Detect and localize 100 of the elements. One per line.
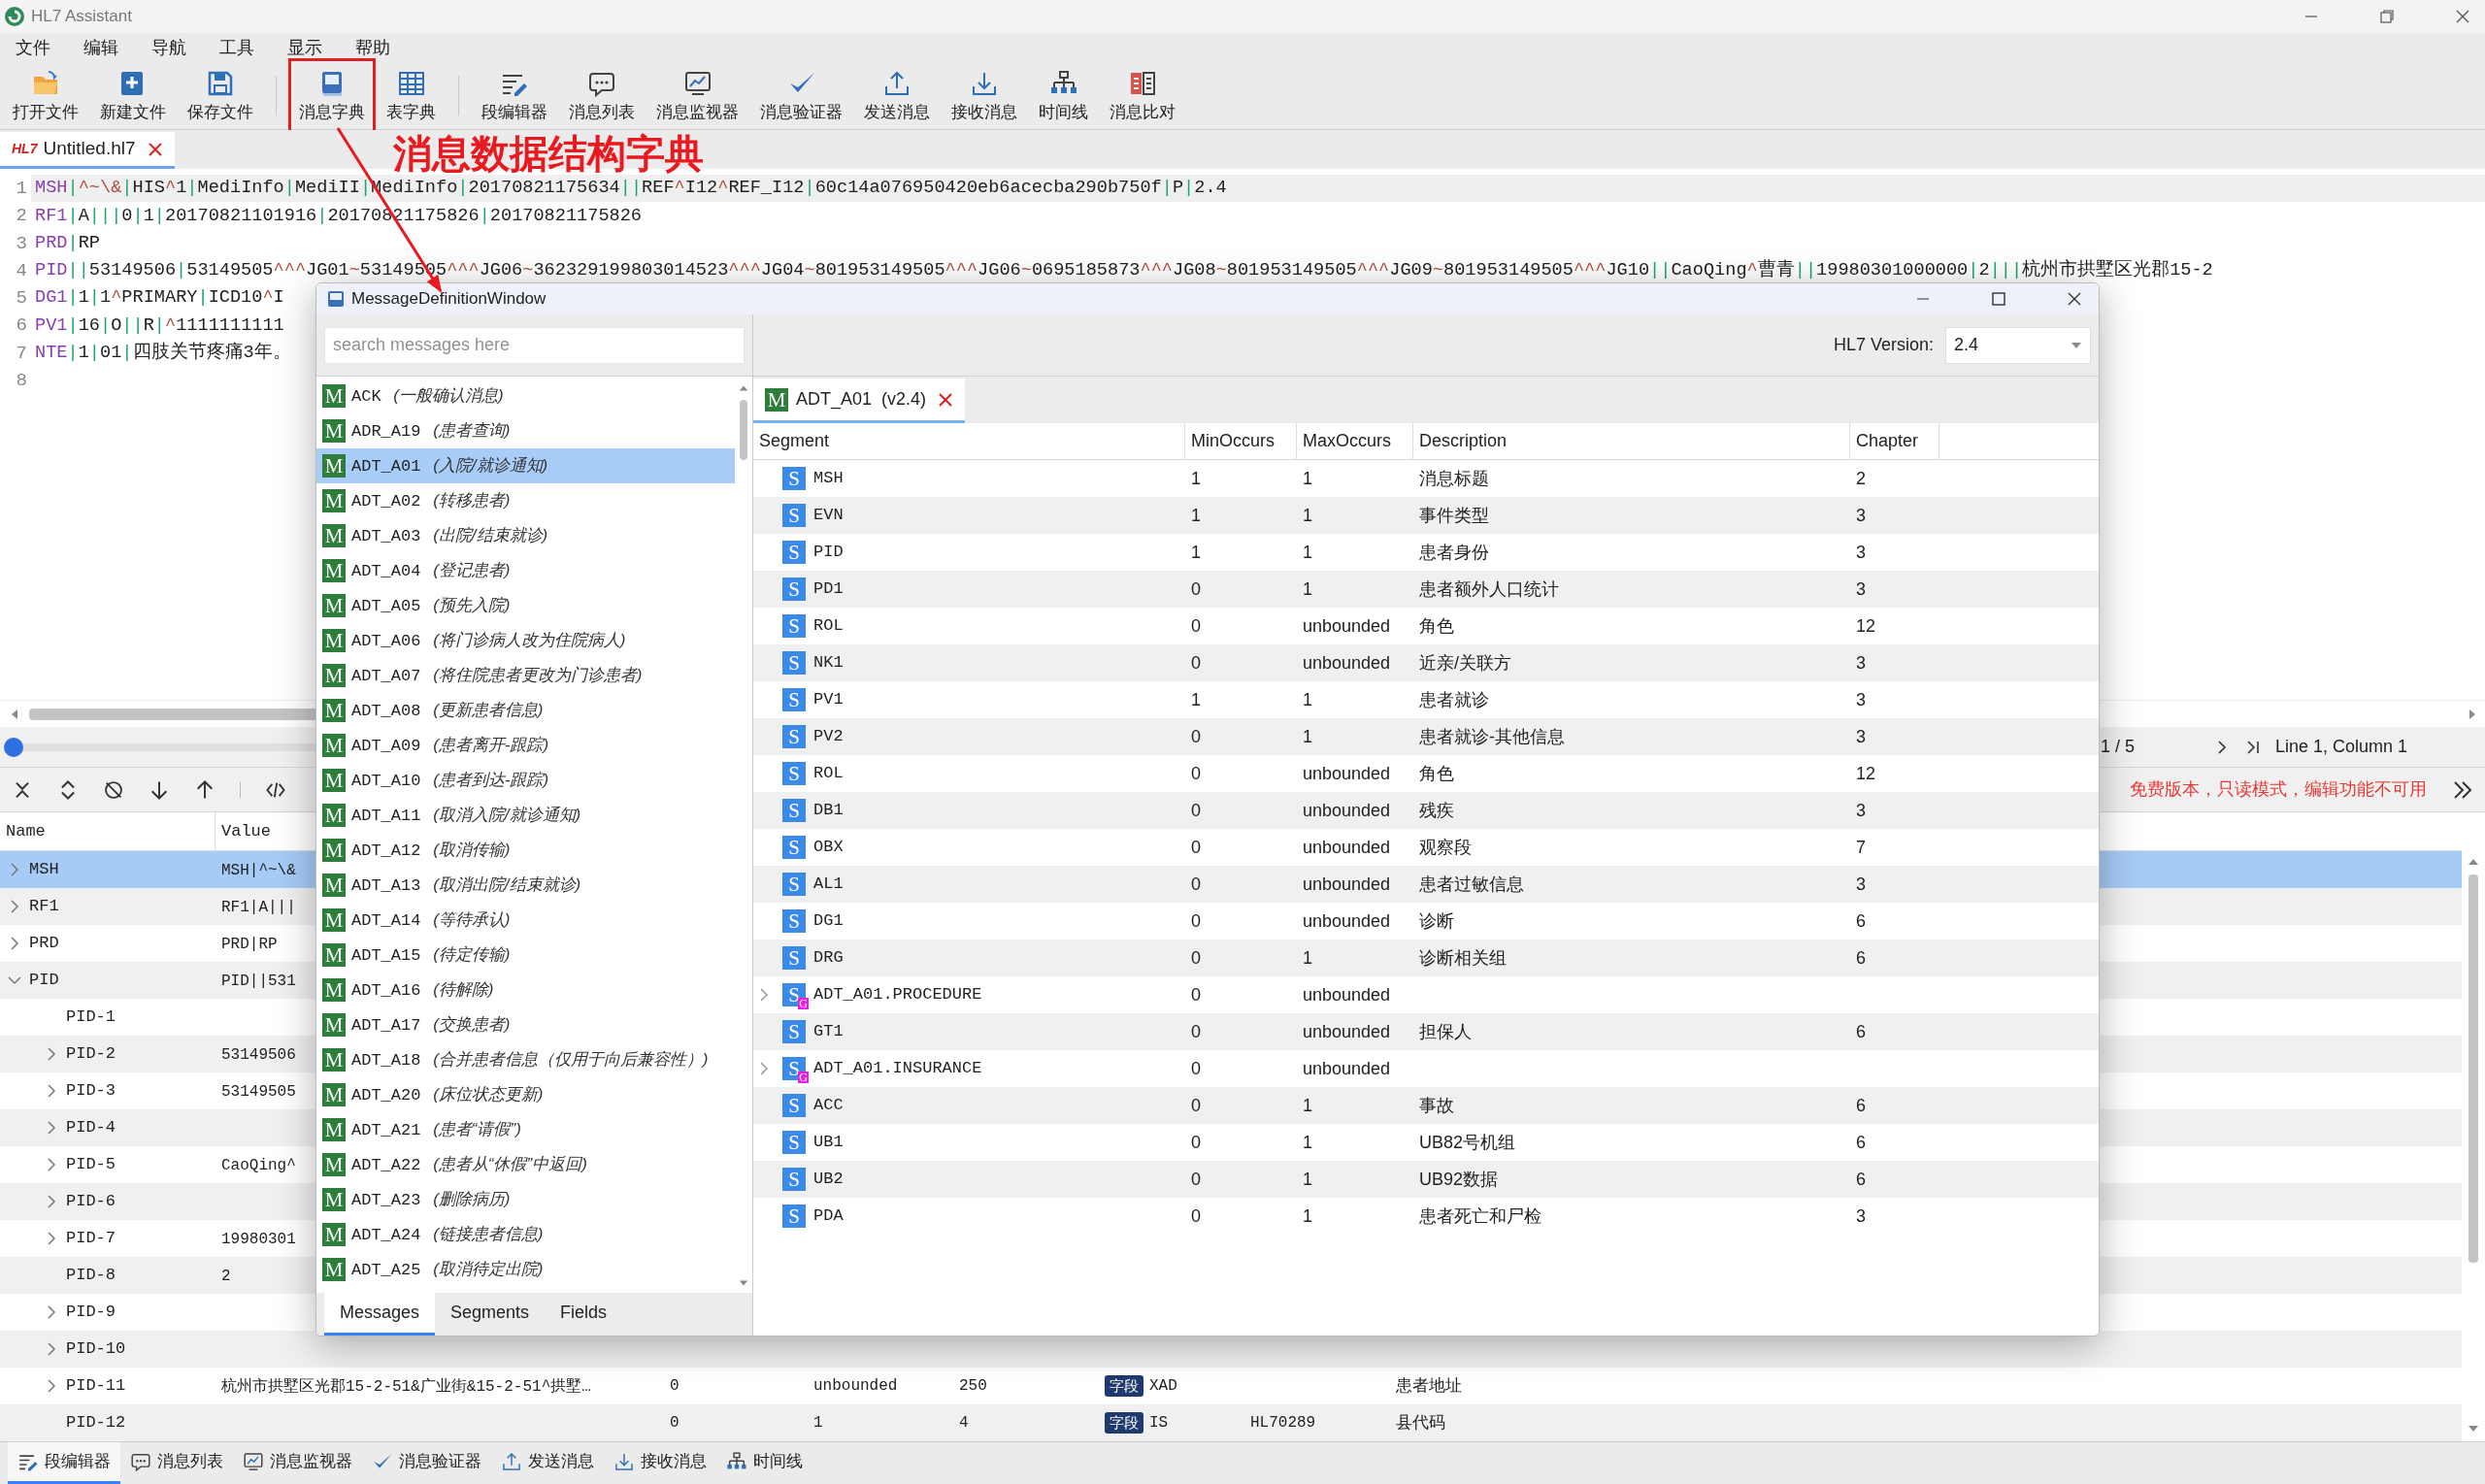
message-type-icon: M	[322, 769, 346, 792]
max-occurs: unbounded	[1303, 762, 1391, 785]
column-header[interactable]: Segment	[753, 423, 1185, 459]
chapter-number: 3	[1856, 651, 1866, 675]
column-header[interactable]: Name	[0, 812, 215, 850]
segment-icon: S	[782, 873, 806, 896]
menu-item[interactable]: 文件	[6, 34, 60, 61]
max-occurs: 1	[813, 1413, 823, 1434]
segment-icon: S	[782, 1094, 806, 1117]
bottom-tab[interactable]: 消息验证器	[362, 1442, 491, 1484]
cursor-position: Line 1, Column 1	[2274, 736, 2407, 758]
segment-description: 患者死亡和尸检	[1419, 1204, 1541, 1228]
min-occurs: 0	[1191, 799, 1201, 822]
message-type-icon: M	[322, 734, 346, 757]
book-icon	[326, 289, 346, 309]
column-header[interactable]: MinOccurs	[1185, 423, 1297, 459]
vertical-scrollbar-thumb[interactable]	[2468, 874, 2478, 1263]
column-header[interactable]: Chapter	[1850, 423, 1939, 459]
message-type-icon: M	[322, 664, 346, 687]
close-icon[interactable]	[147, 141, 163, 157]
menu-item[interactable]: 编辑	[74, 34, 128, 61]
column-header[interactable]: Description	[1413, 423, 1850, 459]
message-type-icon: M	[322, 1258, 346, 1281]
message-type-icon: M	[322, 384, 346, 408]
segment-name: UB1	[813, 1132, 844, 1154]
toolbar-button[interactable]: 发送消息	[853, 62, 941, 129]
toolbar-button[interactable]: 新建文件	[89, 62, 177, 129]
line-number: 3	[15, 231, 28, 256]
search-field[interactable]: search messages here	[324, 326, 745, 364]
bottom-tab[interactable]: 接收消息	[604, 1442, 716, 1484]
line-number: 8	[15, 369, 28, 393]
file-tab[interactable]: HL7 Untitled.hl7	[0, 132, 175, 169]
menu-item[interactable]: 工具	[210, 34, 264, 61]
close-icon[interactable]	[2454, 8, 2471, 25]
unlink-icon[interactable]	[103, 778, 124, 801]
arrow-up-icon[interactable]	[194, 778, 215, 801]
column-header[interactable]: MaxOccurs	[1297, 423, 1413, 459]
tree-node-value: 53149506	[221, 1045, 296, 1064]
toolbar-button[interactable]: 消息列表	[558, 62, 646, 129]
menu-item[interactable]: 帮助	[346, 34, 400, 61]
chapter-number: 3	[1856, 504, 1866, 527]
segment-name: EVN	[813, 505, 844, 527]
menu-item[interactable]: 导航	[142, 34, 196, 61]
max-occurs: unbounded	[1303, 836, 1391, 859]
segment-name: GT1	[813, 1021, 844, 1043]
toolbar-button[interactable]: 消息比对	[1099, 62, 1186, 129]
toolbar-button[interactable]: 时间线	[1028, 62, 1099, 129]
document-tab[interactable]: M ADT_A01 (v2.4)	[753, 379, 966, 423]
menu-item[interactable]: 显示	[278, 34, 332, 61]
maximize-icon[interactable]	[1990, 290, 2007, 308]
min-occurs: 0	[1191, 762, 1201, 785]
segment-icon: S	[782, 1020, 806, 1043]
tree-node-name: PID-8	[66, 1265, 116, 1287]
speech-bubble-icon	[130, 1451, 151, 1472]
bottom-tab[interactable]: 时间线	[716, 1442, 812, 1484]
segment-name: DRG	[813, 947, 844, 970]
toolbar-button[interactable]: 保存文件	[177, 62, 264, 129]
download-icon	[613, 1451, 635, 1472]
toolbar-button[interactable]: 消息监视器	[646, 62, 749, 129]
message-type-icon: M	[322, 594, 346, 617]
min-occurs: 0	[1191, 1020, 1201, 1043]
toolbar-button[interactable]: 接收消息	[941, 62, 1028, 129]
vertical-scrollbar-thumb[interactable]	[740, 400, 747, 460]
toolbar-button[interactable]: 打开文件	[2, 62, 89, 129]
tree-node-name: PID-3	[66, 1080, 116, 1103]
bottom-tab[interactable]: 发送消息	[491, 1442, 604, 1484]
version-dropdown[interactable]: 2.4	[1945, 326, 2091, 364]
min-occurs: 0	[1191, 577, 1201, 601]
tree-node-value: 19980301	[221, 1230, 296, 1248]
tree-row[interactable]: PID-12 0 1 4 字段 IS HL70289 县代码	[0, 1404, 2462, 1441]
data-type: IS	[1149, 1413, 1169, 1434]
min-occurs: 0	[1191, 873, 1201, 896]
pane-tab[interactable]: Messages	[324, 1293, 436, 1336]
tree-node-name: MSH	[29, 859, 59, 881]
bottom-tab[interactable]: 消息列表	[120, 1442, 233, 1484]
segment-name: DB1	[813, 800, 844, 822]
chapter-number: 6	[1856, 1094, 1866, 1117]
min-occurs: 0	[670, 1376, 679, 1397]
toolbar-button[interactable]: 表字典	[376, 62, 447, 129]
close-icon[interactable]	[938, 391, 954, 408]
bottom-tab[interactable]: 消息监视器	[233, 1442, 362, 1484]
segment-description: 患者额外人口统计	[1419, 577, 1559, 601]
segment-name: PD1	[813, 578, 844, 601]
close-icon[interactable]	[2066, 290, 2083, 308]
max-occurs: unbounded	[1303, 1057, 1391, 1080]
arrow-down-icon[interactable]	[149, 778, 170, 801]
chapter-number: 12	[1856, 614, 1876, 638]
tree-node-name: PID-2	[66, 1043, 116, 1066]
toolbar-button[interactable]: 段编辑器	[471, 62, 558, 129]
bottom-tab[interactable]: 段编辑器	[8, 1442, 120, 1484]
segment-description: 患者身份	[1419, 541, 1489, 564]
max-occurs: 1	[1303, 1094, 1312, 1117]
toolbar-button[interactable]: 消息验证器	[749, 62, 853, 129]
min-occurs: 1	[1191, 688, 1201, 711]
message-list-item[interactable]: M ADT_A01 (入院/就诊通知)	[316, 448, 735, 483]
message-type-icon: M	[322, 629, 346, 652]
slider-thumb[interactable]	[4, 737, 23, 757]
restore-icon[interactable]	[2378, 8, 2396, 25]
segment-description: 残疾	[1419, 799, 1454, 822]
segment-description: UB82号机组	[1419, 1131, 1516, 1154]
